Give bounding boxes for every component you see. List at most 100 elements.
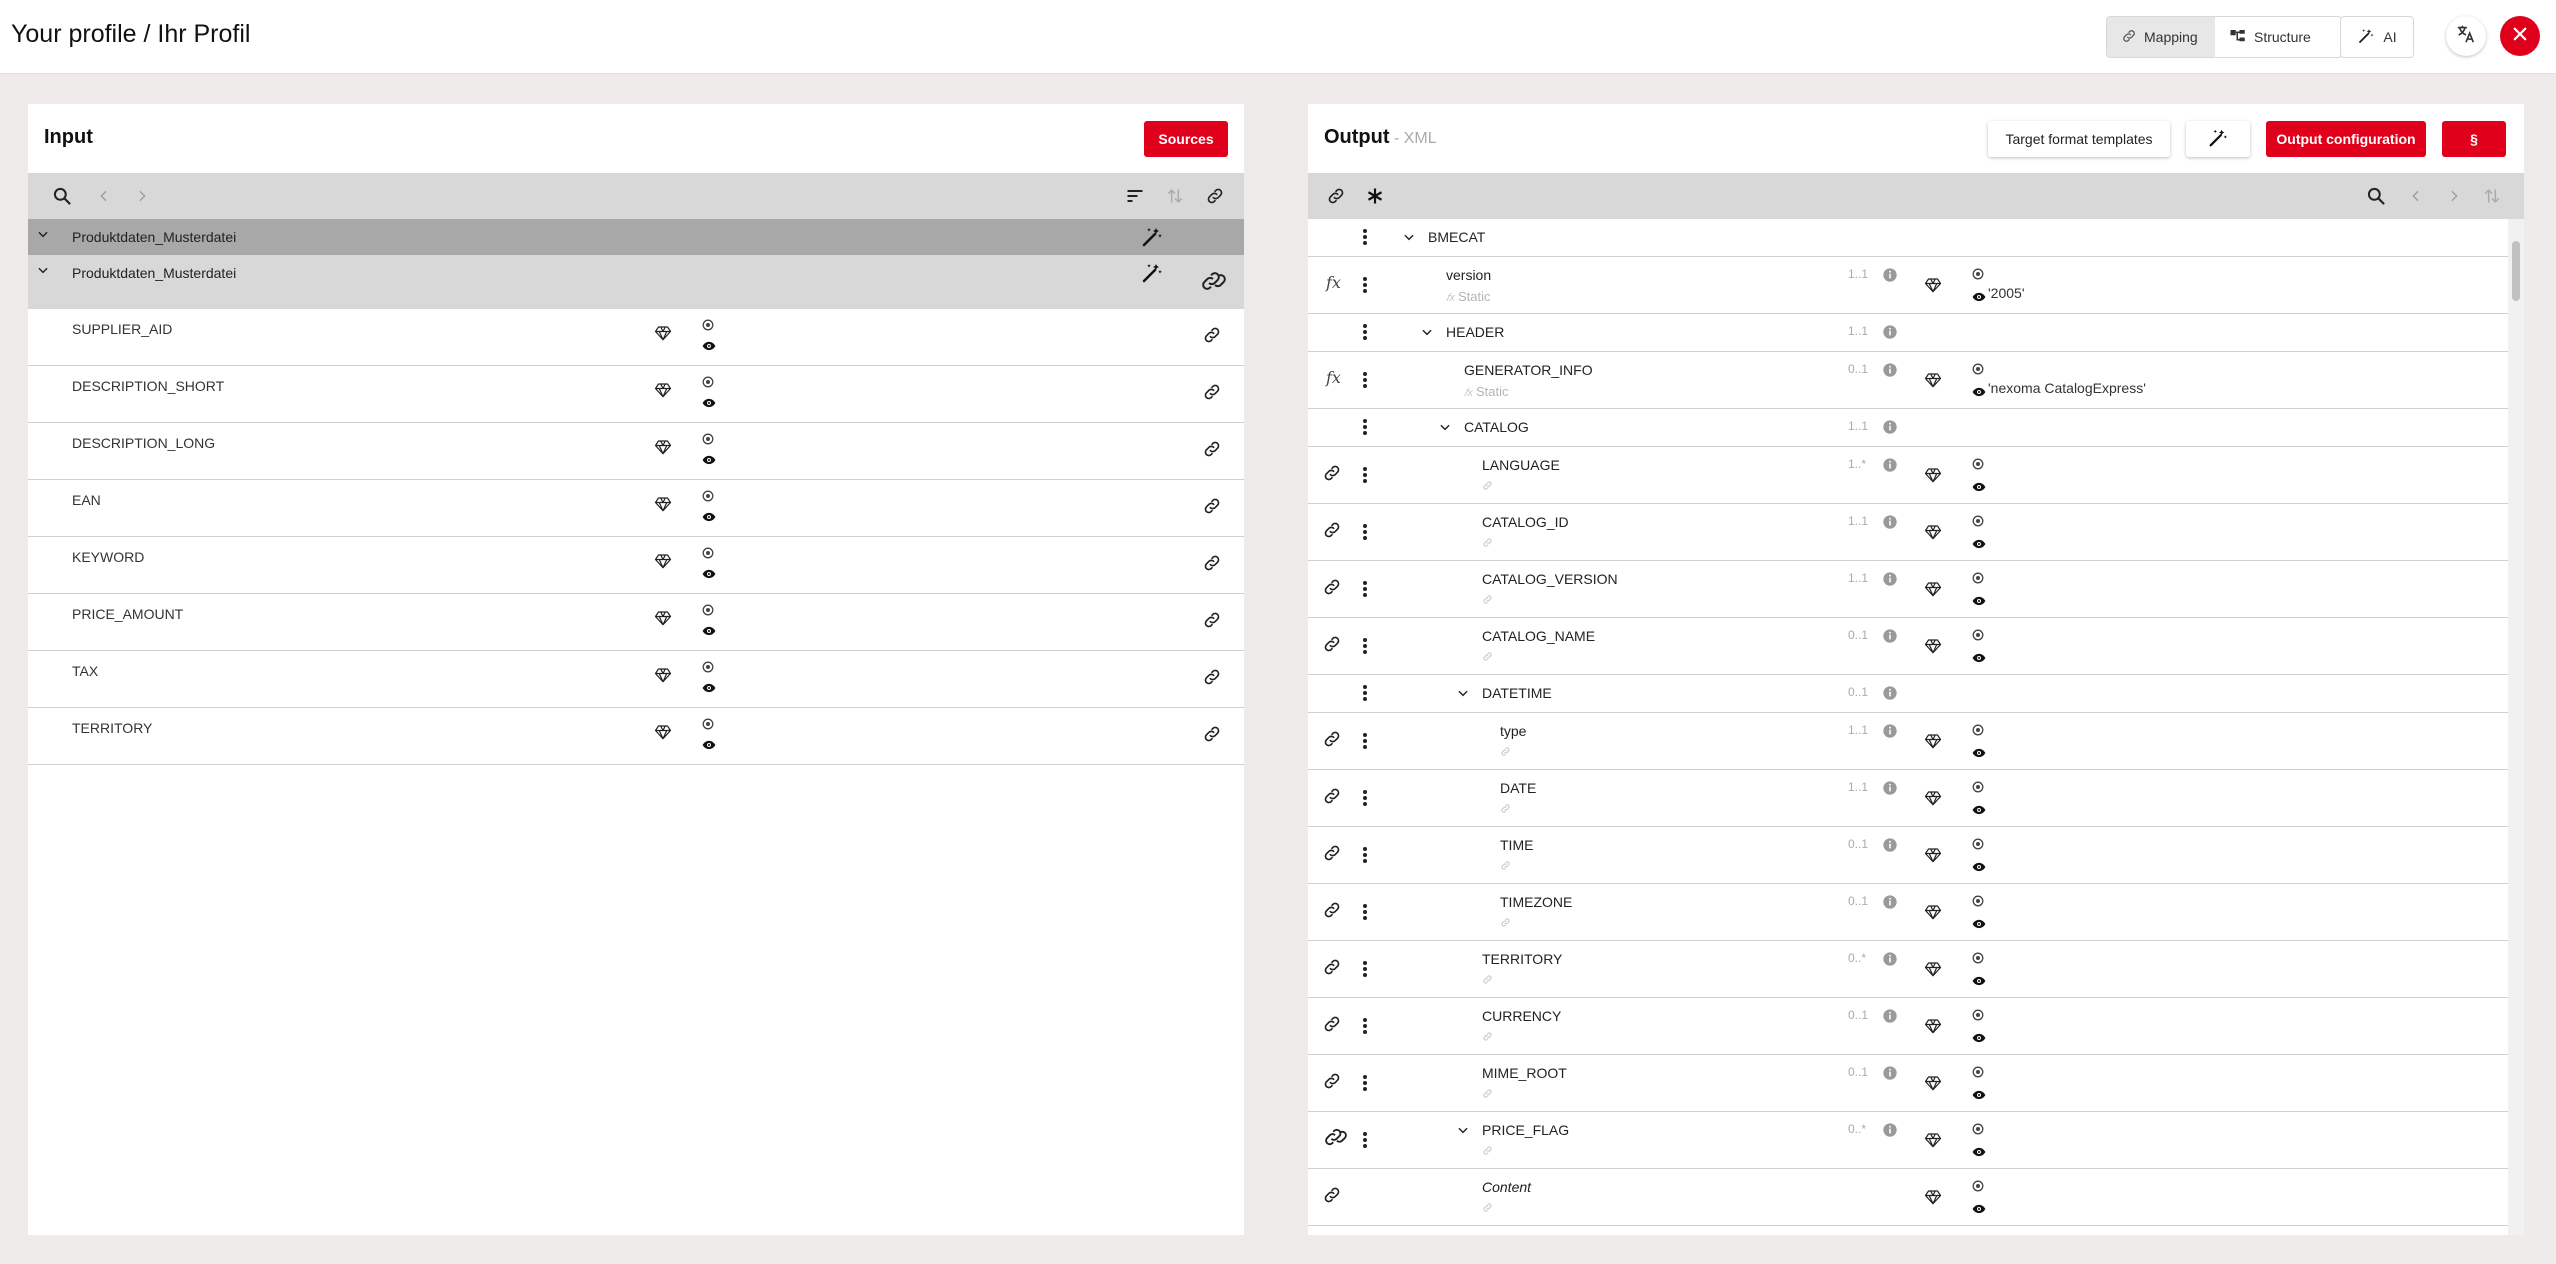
diamond-icon[interactable] <box>654 553 672 574</box>
info-icon[interactable] <box>1882 894 1898 915</box>
output-tree-row[interactable]: DATE 1..1 <box>1308 770 2508 827</box>
more-options-icon[interactable] <box>1362 1017 1368 1040</box>
diamond-icon[interactable] <box>1924 733 1942 754</box>
diamond-icon[interactable] <box>654 667 672 688</box>
output-tree-row[interactable]: TIMEZONE 0..1 <box>1308 884 2508 941</box>
structure-view-button[interactable]: Structure <box>2215 17 2325 57</box>
output-tree-row[interactable]: TIME 0..1 <box>1308 827 2508 884</box>
link-icon[interactable] <box>1322 463 1342 488</box>
radio-icon[interactable] <box>1972 837 1984 855</box>
eye-icon[interactable] <box>1972 1144 1986 1162</box>
eye-icon[interactable] <box>702 452 716 470</box>
input-field-row[interactable]: KEYWORD <box>28 537 1244 594</box>
output-tree-row[interactable]: CATALOG 1..1 <box>1308 409 2508 447</box>
info-icon[interactable] <box>1882 1122 1898 1143</box>
info-icon[interactable] <box>1882 723 1898 744</box>
more-options-icon[interactable] <box>1362 371 1368 394</box>
eye-icon[interactable] <box>702 623 716 641</box>
radio-icon[interactable] <box>702 375 714 393</box>
output-tree-row[interactable]: LANGUAGE 1..* <box>1308 447 2508 504</box>
radio-icon[interactable] <box>702 603 714 621</box>
diamond-icon[interactable] <box>1924 904 1942 925</box>
input-field-row[interactable]: TAX <box>28 651 1244 708</box>
diamond-icon[interactable] <box>1924 467 1942 488</box>
info-icon[interactable] <box>1882 324 1898 345</box>
more-options-icon[interactable] <box>1362 580 1368 603</box>
link-icon[interactable] <box>1202 553 1222 578</box>
radio-icon[interactable] <box>1972 894 1984 912</box>
function-icon[interactable]: 𝑓x <box>1326 368 1341 387</box>
info-icon[interactable] <box>1882 362 1898 383</box>
output-tree-row[interactable]: CURRENCY 0..1 <box>1308 998 2508 1055</box>
info-icon[interactable] <box>1882 780 1898 801</box>
radio-icon[interactable] <box>1972 1008 1984 1026</box>
output-tree-row[interactable]: PRICE_FLAG 0..* <box>1308 1112 2508 1169</box>
more-options-icon[interactable] <box>1362 1074 1368 1097</box>
info-icon[interactable] <box>1882 951 1898 972</box>
radio-icon[interactable] <box>702 489 714 507</box>
link-icon[interactable] <box>1322 1071 1342 1096</box>
chevron-down-icon[interactable] <box>36 263 50 282</box>
more-options-icon[interactable] <box>1362 276 1368 299</box>
chevron-down-icon[interactable] <box>36 227 50 246</box>
eye-icon[interactable] <box>1972 916 1986 934</box>
chevron-down-icon[interactable] <box>1456 1123 1470 1142</box>
ai-button[interactable]: AI <box>2340 16 2414 58</box>
eye-icon[interactable] <box>1972 1087 1986 1105</box>
chevron-down-icon[interactable] <box>1420 325 1434 344</box>
more-options-icon[interactable] <box>1362 523 1368 546</box>
radio-icon[interactable] <box>1972 723 1984 741</box>
diamond-icon[interactable] <box>654 724 672 745</box>
input-field-row[interactable]: DESCRIPTION_LONG <box>28 423 1244 480</box>
output-tree-row[interactable]: CATALOG_NAME 0..1 <box>1308 618 2508 675</box>
search-icon[interactable] <box>2364 184 2388 208</box>
diamond-icon[interactable] <box>1924 1018 1942 1039</box>
output-tree-row[interactable]: TERRITORY 0..* <box>1308 941 2508 998</box>
diamond-icon[interactable] <box>1924 277 1942 298</box>
link-icon[interactable] <box>1322 1185 1342 1210</box>
more-options-icon[interactable] <box>1362 684 1368 707</box>
diamond-icon[interactable] <box>1924 961 1942 982</box>
swap-vertical-icon[interactable] <box>1163 184 1187 208</box>
info-icon[interactable] <box>1882 1065 1898 1086</box>
radio-icon[interactable] <box>702 717 714 735</box>
radio-icon[interactable] <box>1972 780 1984 798</box>
diamond-icon[interactable] <box>1924 1189 1942 1210</box>
eye-icon[interactable] <box>1972 289 1986 307</box>
output-tree-row[interactable]: Content <box>1308 1169 2508 1226</box>
close-button[interactable] <box>2500 16 2540 56</box>
output-tree-row[interactable]: MIME_ROOT 0..1 <box>1308 1055 2508 1112</box>
chevron-down-icon[interactable] <box>1402 230 1416 249</box>
info-icon[interactable] <box>1882 571 1898 592</box>
link-icon[interactable] <box>1202 325 1222 350</box>
more-options-icon[interactable] <box>1362 789 1368 812</box>
radio-icon[interactable] <box>702 432 714 450</box>
diamond-icon[interactable] <box>1924 1132 1942 1153</box>
link-icon[interactable] <box>1322 900 1342 925</box>
output-tree-row[interactable]: HEADER 1..1 <box>1308 314 2508 352</box>
magic-wand-icon[interactable] <box>1140 225 1164 254</box>
diamond-icon[interactable] <box>1924 790 1942 811</box>
sort-icon[interactable] <box>1123 184 1147 208</box>
link-icon[interactable] <box>1322 1014 1342 1039</box>
eye-icon[interactable] <box>1972 1201 1986 1219</box>
link-icon[interactable] <box>1202 382 1222 407</box>
eye-icon[interactable] <box>1972 536 1986 554</box>
chevron-down-icon[interactable] <box>1456 686 1470 705</box>
more-options-icon[interactable] <box>1362 466 1368 489</box>
eye-icon[interactable] <box>702 395 716 413</box>
paragraph-button[interactable]: § <box>2442 121 2506 157</box>
input-field-row[interactable]: EAN <box>28 480 1244 537</box>
eye-icon[interactable] <box>1972 745 1986 763</box>
radio-icon[interactable] <box>1972 571 1984 589</box>
eye-icon[interactable] <box>1972 859 1986 877</box>
input-field-row[interactable]: TERRITORY <box>28 708 1244 765</box>
output-tree-row[interactable]: 𝑓x GENERATOR_INFO 𝑓x Static 0..1 'nexoma Cat… <box>1308 352 2508 409</box>
chevron-right-icon[interactable] <box>130 184 154 208</box>
more-options-icon[interactable] <box>1362 903 1368 926</box>
language-button[interactable] <box>2446 16 2486 56</box>
eye-icon[interactable] <box>1972 650 1986 668</box>
info-icon[interactable] <box>1882 419 1898 440</box>
link-icon[interactable] <box>1202 610 1222 635</box>
input-field-row[interactable]: DESCRIPTION_SHORT <box>28 366 1244 423</box>
